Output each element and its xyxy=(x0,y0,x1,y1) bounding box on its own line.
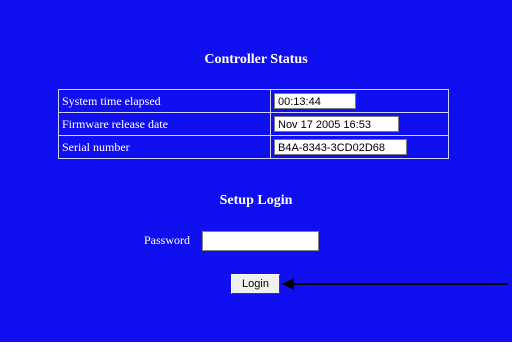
system-time-value: 00:13:44 xyxy=(274,93,356,109)
controller-status-title: Controller Status xyxy=(204,52,308,67)
table-row: Serial number B4A-8343-3CD02D68 xyxy=(58,135,449,159)
login-button[interactable]: Login xyxy=(231,274,280,294)
firmware-date-value: Nov 17 2005 16:53 xyxy=(274,116,399,132)
serial-number-label: Serial number xyxy=(58,135,271,159)
system-time-cell: 00:13:44 xyxy=(270,89,449,113)
system-time-label: System time elapsed xyxy=(58,89,271,113)
controller-status-table: System time elapsed 00:13:44 Firmware re… xyxy=(58,89,449,159)
setup-login-title: Setup Login xyxy=(219,193,293,208)
serial-number-cell: B4A-8343-3CD02D68 xyxy=(270,135,449,159)
firmware-date-cell: Nov 17 2005 16:53 xyxy=(270,112,449,136)
firmware-date-label: Firmware release date xyxy=(58,112,271,136)
serial-number-value: B4A-8343-3CD02D68 xyxy=(274,139,407,155)
password-label: Password xyxy=(143,233,190,247)
password-input[interactable] xyxy=(202,231,319,251)
table-row: System time elapsed 00:13:44 xyxy=(58,89,449,113)
controller-panel: Controller Status System time elapsed 00… xyxy=(0,0,512,342)
table-row: Firmware release date Nov 17 2005 16:53 xyxy=(58,112,449,136)
arrow-left-icon xyxy=(282,278,508,290)
